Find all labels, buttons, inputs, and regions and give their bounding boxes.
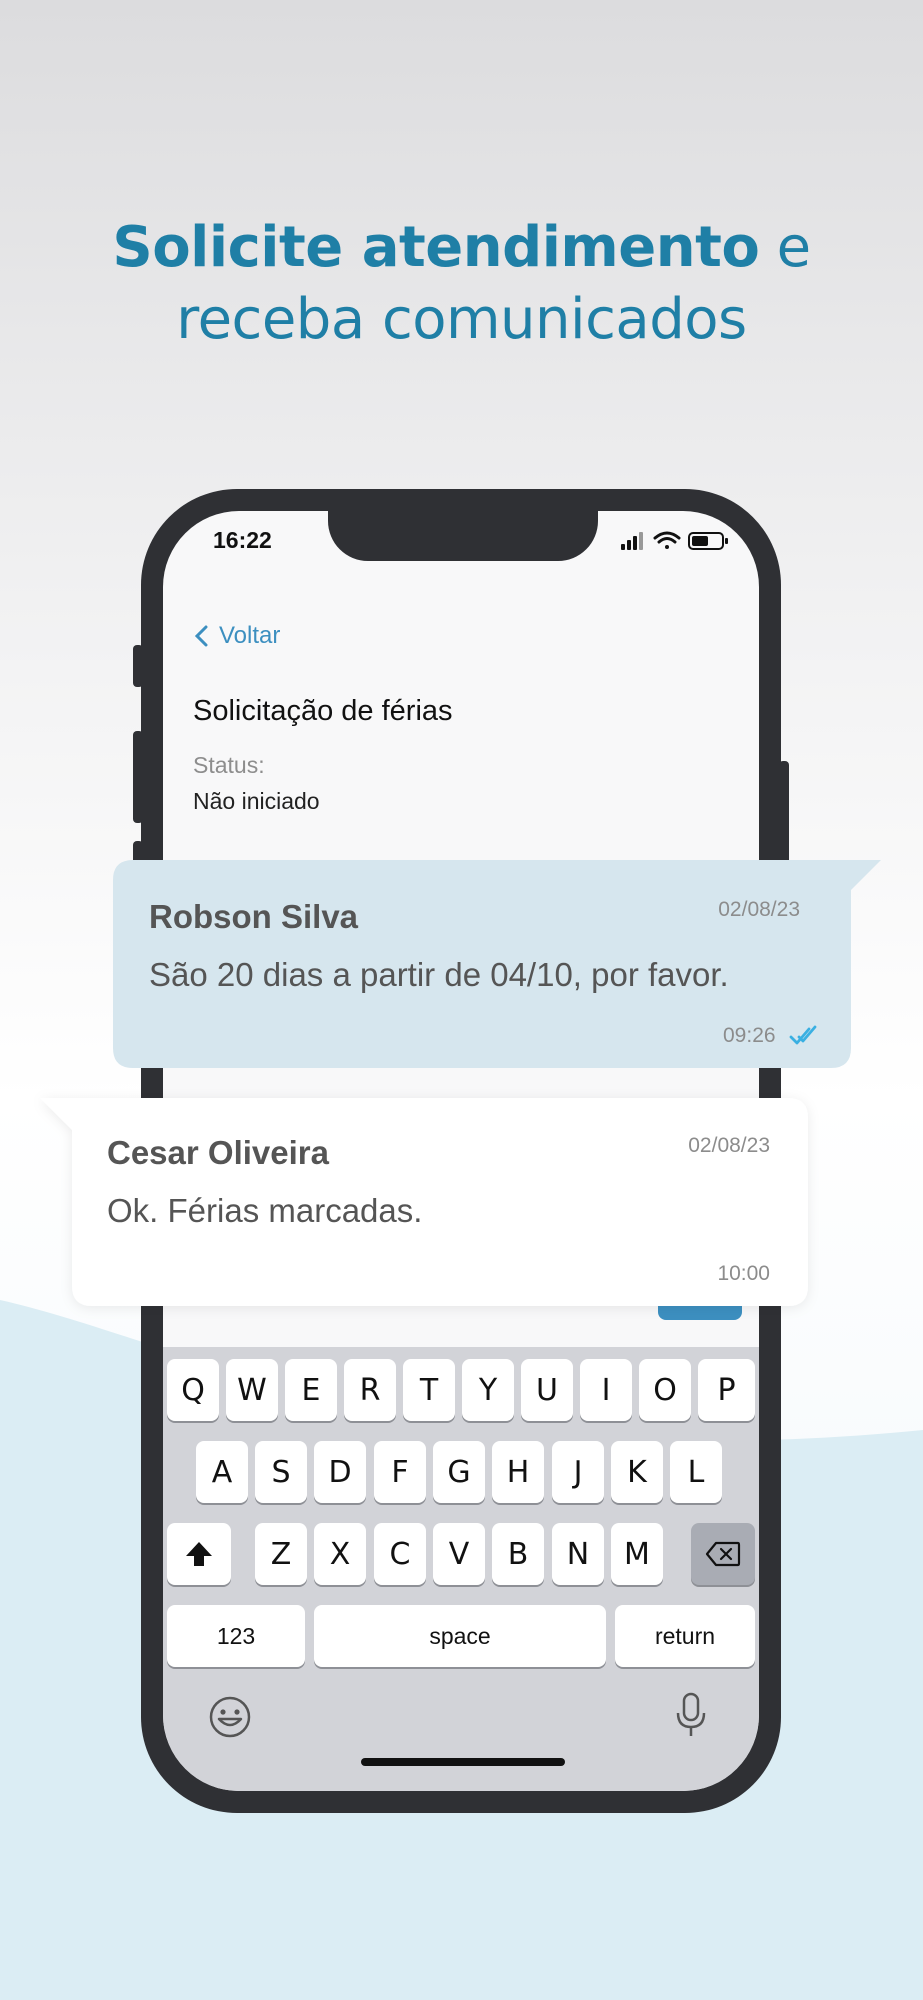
message-text: Ok. Férias marcadas. xyxy=(107,1192,423,1229)
phone-notch xyxy=(328,511,598,561)
key-v[interactable]: V xyxy=(433,1523,485,1585)
key-f[interactable]: F xyxy=(374,1441,426,1503)
key-o[interactable]: O xyxy=(639,1359,691,1421)
key-q[interactable]: Q xyxy=(167,1359,219,1421)
backspace-icon xyxy=(705,1541,741,1567)
message-bubble-robson: Robson Silva 02/08/23 São 20 dias a part… xyxy=(113,860,883,1068)
status-label: Status: xyxy=(193,752,265,778)
back-label: Voltar xyxy=(219,622,281,649)
headline-bold: Solicite atendimento xyxy=(112,215,760,280)
backspace-key[interactable] xyxy=(691,1523,755,1585)
wifi-icon xyxy=(653,531,681,549)
key-y[interactable]: Y xyxy=(462,1359,514,1421)
shift-icon xyxy=(186,1542,212,1566)
key-j[interactable]: J xyxy=(552,1441,604,1503)
status-value: Não iniciado xyxy=(193,788,320,814)
key-c[interactable]: C xyxy=(374,1523,426,1585)
message-author: Robson Silva xyxy=(149,898,359,935)
keyboard: Q W E R T Y U I O P A S D F G H J K L Z … xyxy=(163,1347,759,1791)
chevron-left-icon xyxy=(194,625,208,647)
key-i[interactable]: I xyxy=(580,1359,632,1421)
request-title: Solicitação de férias xyxy=(193,695,453,727)
key-l[interactable]: L xyxy=(670,1441,722,1503)
key-d[interactable]: D xyxy=(314,1441,366,1503)
key-u[interactable]: U xyxy=(521,1359,573,1421)
key-k[interactable]: K xyxy=(611,1441,663,1503)
headline-line-1: Solicite atendimento e xyxy=(0,212,923,284)
message-time: 10:00 xyxy=(717,1262,770,1285)
message-time: 09:26 xyxy=(723,1024,776,1047)
space-key[interactable]: space xyxy=(314,1605,606,1667)
key-w[interactable]: W xyxy=(226,1359,278,1421)
phone-side-button xyxy=(133,645,143,687)
numbers-key[interactable]: 123 xyxy=(167,1605,305,1667)
battery-icon xyxy=(688,532,728,550)
headline-line-2: receba comunicados xyxy=(176,287,747,352)
key-g[interactable]: G xyxy=(433,1441,485,1503)
key-m[interactable]: M xyxy=(611,1523,663,1585)
headline-rest: e xyxy=(759,215,811,280)
key-p[interactable]: P xyxy=(698,1359,755,1421)
key-h[interactable]: H xyxy=(492,1441,544,1503)
microphone-icon[interactable] xyxy=(673,1691,709,1739)
status-time: 16:22 xyxy=(213,527,272,553)
key-z[interactable]: Z xyxy=(255,1523,307,1585)
return-key[interactable]: return xyxy=(615,1605,755,1667)
status-icons xyxy=(621,531,728,550)
message-author: Cesar Oliveira xyxy=(107,1134,329,1171)
emoji-icon[interactable] xyxy=(208,1695,252,1739)
phone-volume-up xyxy=(133,731,143,823)
key-e[interactable]: E xyxy=(285,1359,337,1421)
message-date: 02/08/23 xyxy=(718,898,800,921)
key-s[interactable]: S xyxy=(255,1441,307,1503)
key-n[interactable]: N xyxy=(552,1523,604,1585)
home-indicator xyxy=(361,1758,565,1766)
read-check-icon xyxy=(789,1025,817,1045)
shift-key[interactable] xyxy=(167,1523,231,1585)
message-text: São 20 dias a partir de 04/10, por favor… xyxy=(149,956,729,993)
key-r[interactable]: R xyxy=(344,1359,396,1421)
key-b[interactable]: B xyxy=(492,1523,544,1585)
message-bubble-cesar: Cesar Oliveira 02/08/23 Ok. Férias marca… xyxy=(40,1098,810,1308)
key-x[interactable]: X xyxy=(314,1523,366,1585)
back-button[interactable]: Voltar xyxy=(193,622,280,650)
signal-icon xyxy=(621,532,643,550)
key-a[interactable]: A xyxy=(196,1441,248,1503)
message-date: 02/08/23 xyxy=(688,1134,770,1157)
promo-headline: Solicite atendimento e receba comunicado… xyxy=(0,212,923,356)
key-t[interactable]: T xyxy=(403,1359,455,1421)
